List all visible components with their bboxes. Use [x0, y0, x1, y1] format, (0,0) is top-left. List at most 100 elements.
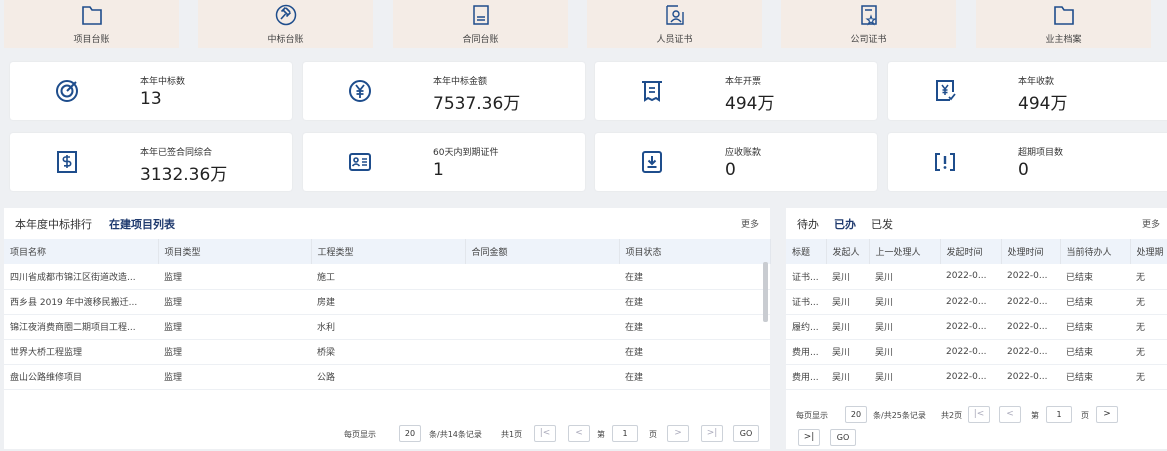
page-number-input[interactable]: 1 — [1046, 406, 1072, 423]
quick-nav-contract-ledger[interactable]: 合同台账 — [393, 0, 568, 48]
table-row[interactable]: 锦江夜消费商圈二期项目工程... 监理 水利 在建 — [4, 314, 770, 340]
page-size-select[interactable]: 20 — [845, 406, 867, 423]
go-button[interactable]: GO — [733, 425, 759, 442]
cell-start-time: 2022-0... — [940, 264, 1001, 290]
quick-nav-staff-certs[interactable]: 人员证书 — [587, 0, 762, 48]
next-page-button[interactable]: > — [1096, 406, 1118, 423]
stat-card-bid-count[interactable]: 本年中标数 13 — [10, 62, 292, 120]
more-link[interactable]: 更多 — [1142, 217, 1160, 230]
stat-card-collections[interactable]: 本年收款 494万 — [888, 62, 1167, 120]
quick-nav-label: 业主档案 — [1045, 35, 1082, 45]
person-cert-icon — [665, 5, 684, 25]
table-row[interactable]: 世界大桥工程监理 监理 桥梁 在建 — [4, 339, 770, 365]
table-row[interactable]: 西乡县 2019 年中渡移民搬迁... 监理 房建 在建 — [4, 289, 770, 315]
stat-card-signed-contracts[interactable]: 本年已签合同综合 3132.36万 — [10, 133, 292, 191]
quick-nav-bid-ledger[interactable]: 中标台账 — [198, 0, 373, 48]
last-page-button[interactable]: >| — [798, 429, 820, 446]
column-header[interactable]: 合同金额 — [465, 239, 620, 264]
column-header[interactable]: 处理时间 — [1001, 239, 1061, 264]
table-row[interactable]: 证书... 吴川 吴川 2022-0... 2022-0... 已结束 无 — [786, 289, 1167, 315]
page-label: 第 — [1031, 411, 1039, 420]
quick-nav-company-certs[interactable]: 公司证书 — [781, 0, 956, 48]
prev-page-button[interactable]: < — [568, 425, 590, 442]
table-row[interactable]: 盘山公路维修项目 监理 公路 在建 — [4, 364, 770, 390]
tab-annual-bid-ranking[interactable]: 本年度中标排行 — [15, 216, 92, 232]
cell-previous-handler: 吴川 — [869, 339, 940, 365]
project-panel: 本年度中标排行 在建项目列表 更多 项目名称 项目类型 工程类型 合同金额 项目… — [4, 208, 771, 449]
stat-label: 本年收款 — [1018, 77, 1055, 87]
cell-deadline: 无 — [1130, 364, 1167, 390]
page-size-select[interactable]: 20 — [399, 425, 421, 442]
first-page-button[interactable]: |< — [968, 406, 990, 423]
cell-title: 费用... — [786, 339, 826, 365]
tab-sent[interactable]: 已发 — [871, 216, 893, 232]
column-header[interactable]: 处理期 — [1130, 239, 1167, 264]
table-row[interactable]: 证书... 吴川 吴川 2022-0... 2022-0... 已结束 无 — [786, 264, 1167, 290]
cell-contract-amount — [465, 364, 619, 390]
column-header[interactable]: 当前待办人 — [1060, 239, 1131, 264]
next-page-button[interactable]: > — [667, 425, 689, 442]
tab-active-projects[interactable]: 在建项目列表 — [109, 216, 175, 232]
stat-card-expiring-certs[interactable]: 60天内到期证件 1 — [303, 133, 585, 191]
cell-contract-amount — [465, 264, 619, 290]
stat-card-invoicing[interactable]: 本年开票 494万 — [595, 62, 877, 120]
page-label: 第 — [597, 430, 605, 439]
first-page-button[interactable]: |< — [534, 425, 556, 442]
record-summary: 条/共25条记录 — [873, 411, 926, 420]
cell-project-name: 锦江夜消费商圈二期项目工程... — [4, 314, 158, 340]
cell-project-status: 在建 — [619, 314, 770, 340]
cell-initiator: 吴川 — [826, 314, 869, 340]
column-header[interactable]: 工程类型 — [311, 239, 466, 264]
total-pages: 共1页 — [501, 430, 523, 439]
cell-contract-amount — [465, 314, 619, 340]
cell-project-name: 盘山公路维修项目 — [4, 364, 158, 390]
column-header[interactable]: 标题 — [786, 239, 827, 264]
payment-received-icon — [936, 80, 956, 101]
cell-engineering-type: 桥梁 — [311, 339, 465, 365]
table-row[interactable]: 费用... 吴川 吴川 2022-0... 2022-0... 已结束 无 — [786, 339, 1167, 365]
cell-project-status: 在建 — [619, 364, 770, 390]
quick-nav-owner-archive[interactable]: 业主档案 — [976, 0, 1151, 48]
stat-value: 0 — [1018, 160, 1029, 180]
alert-box-icon — [935, 153, 955, 171]
stat-card-bid-amount[interactable]: 本年中标金额 7537.36万 — [303, 62, 585, 120]
go-button[interactable]: GO — [830, 429, 856, 446]
column-header[interactable]: 上一处理人 — [869, 239, 941, 264]
stat-label: 本年已签合同综合 — [140, 148, 213, 158]
column-header[interactable]: 项目名称 — [4, 239, 159, 264]
table-row[interactable]: 四川省成都市锦江区街道改造... 监理 施工 在建 — [4, 264, 770, 290]
quick-nav: 项目台账 中标台账 合同台账 人员证书 公司证书 业主档案 — [0, 0, 1167, 50]
table-scrollbar[interactable] — [763, 262, 768, 322]
stat-value: 7537.36万 — [433, 94, 521, 114]
column-header[interactable]: 发起人 — [826, 239, 870, 264]
total-pages: 共2页 — [941, 411, 963, 420]
target-icon — [56, 80, 78, 102]
stat-label: 60天内到期证件 — [433, 148, 499, 158]
column-header[interactable]: 发起时间 — [940, 239, 1002, 264]
column-header[interactable]: 项目类型 — [158, 239, 312, 264]
cell-contract-amount — [465, 289, 619, 315]
stat-value: 494万 — [1018, 94, 1068, 114]
more-link[interactable]: 更多 — [741, 217, 759, 230]
tab-todo[interactable]: 待办 — [797, 216, 819, 232]
workflow-pagination: 每页显示 20 条/共25条记录 共2页 |< < 第 1 页 > >| GO — [796, 406, 1156, 448]
column-header[interactable]: 项目状态 — [619, 239, 771, 264]
table-row[interactable]: 履约... 吴川 吴川 2022-0... 2022-0... 已结束 无 — [786, 314, 1167, 340]
cell-title: 证书... — [786, 264, 826, 290]
quick-nav-project-ledger[interactable]: 项目台账 — [4, 0, 179, 48]
tab-done[interactable]: 已办 — [834, 216, 856, 232]
prev-page-button[interactable]: < — [999, 406, 1021, 423]
last-page-button[interactable]: >| — [701, 425, 723, 442]
stat-card-overdue-projects[interactable]: 超期项目数 0 — [888, 133, 1167, 191]
table-row[interactable]: 费用... 吴川 吴川 2022-0... 2022-0... 已结束 无 — [786, 364, 1167, 390]
stat-card-receivables[interactable]: 应收账款 0 — [595, 133, 877, 191]
table-header-row: 标题 发起人 上一处理人 发起时间 处理时间 当前待办人 处理期 — [786, 239, 1167, 264]
cell-engineering-type: 施工 — [311, 264, 465, 290]
page-number-input[interactable]: 1 — [612, 425, 638, 442]
cell-current-handler: 已结束 — [1060, 364, 1130, 390]
table-header-row: 项目名称 项目类型 工程类型 合同金额 项目状态 — [4, 239, 771, 264]
record-summary: 条/共14条记录 — [429, 430, 482, 439]
cell-start-time: 2022-0... — [940, 314, 1001, 340]
cell-process-time: 2022-0... — [1001, 264, 1060, 290]
stat-label: 本年中标数 — [140, 77, 186, 87]
